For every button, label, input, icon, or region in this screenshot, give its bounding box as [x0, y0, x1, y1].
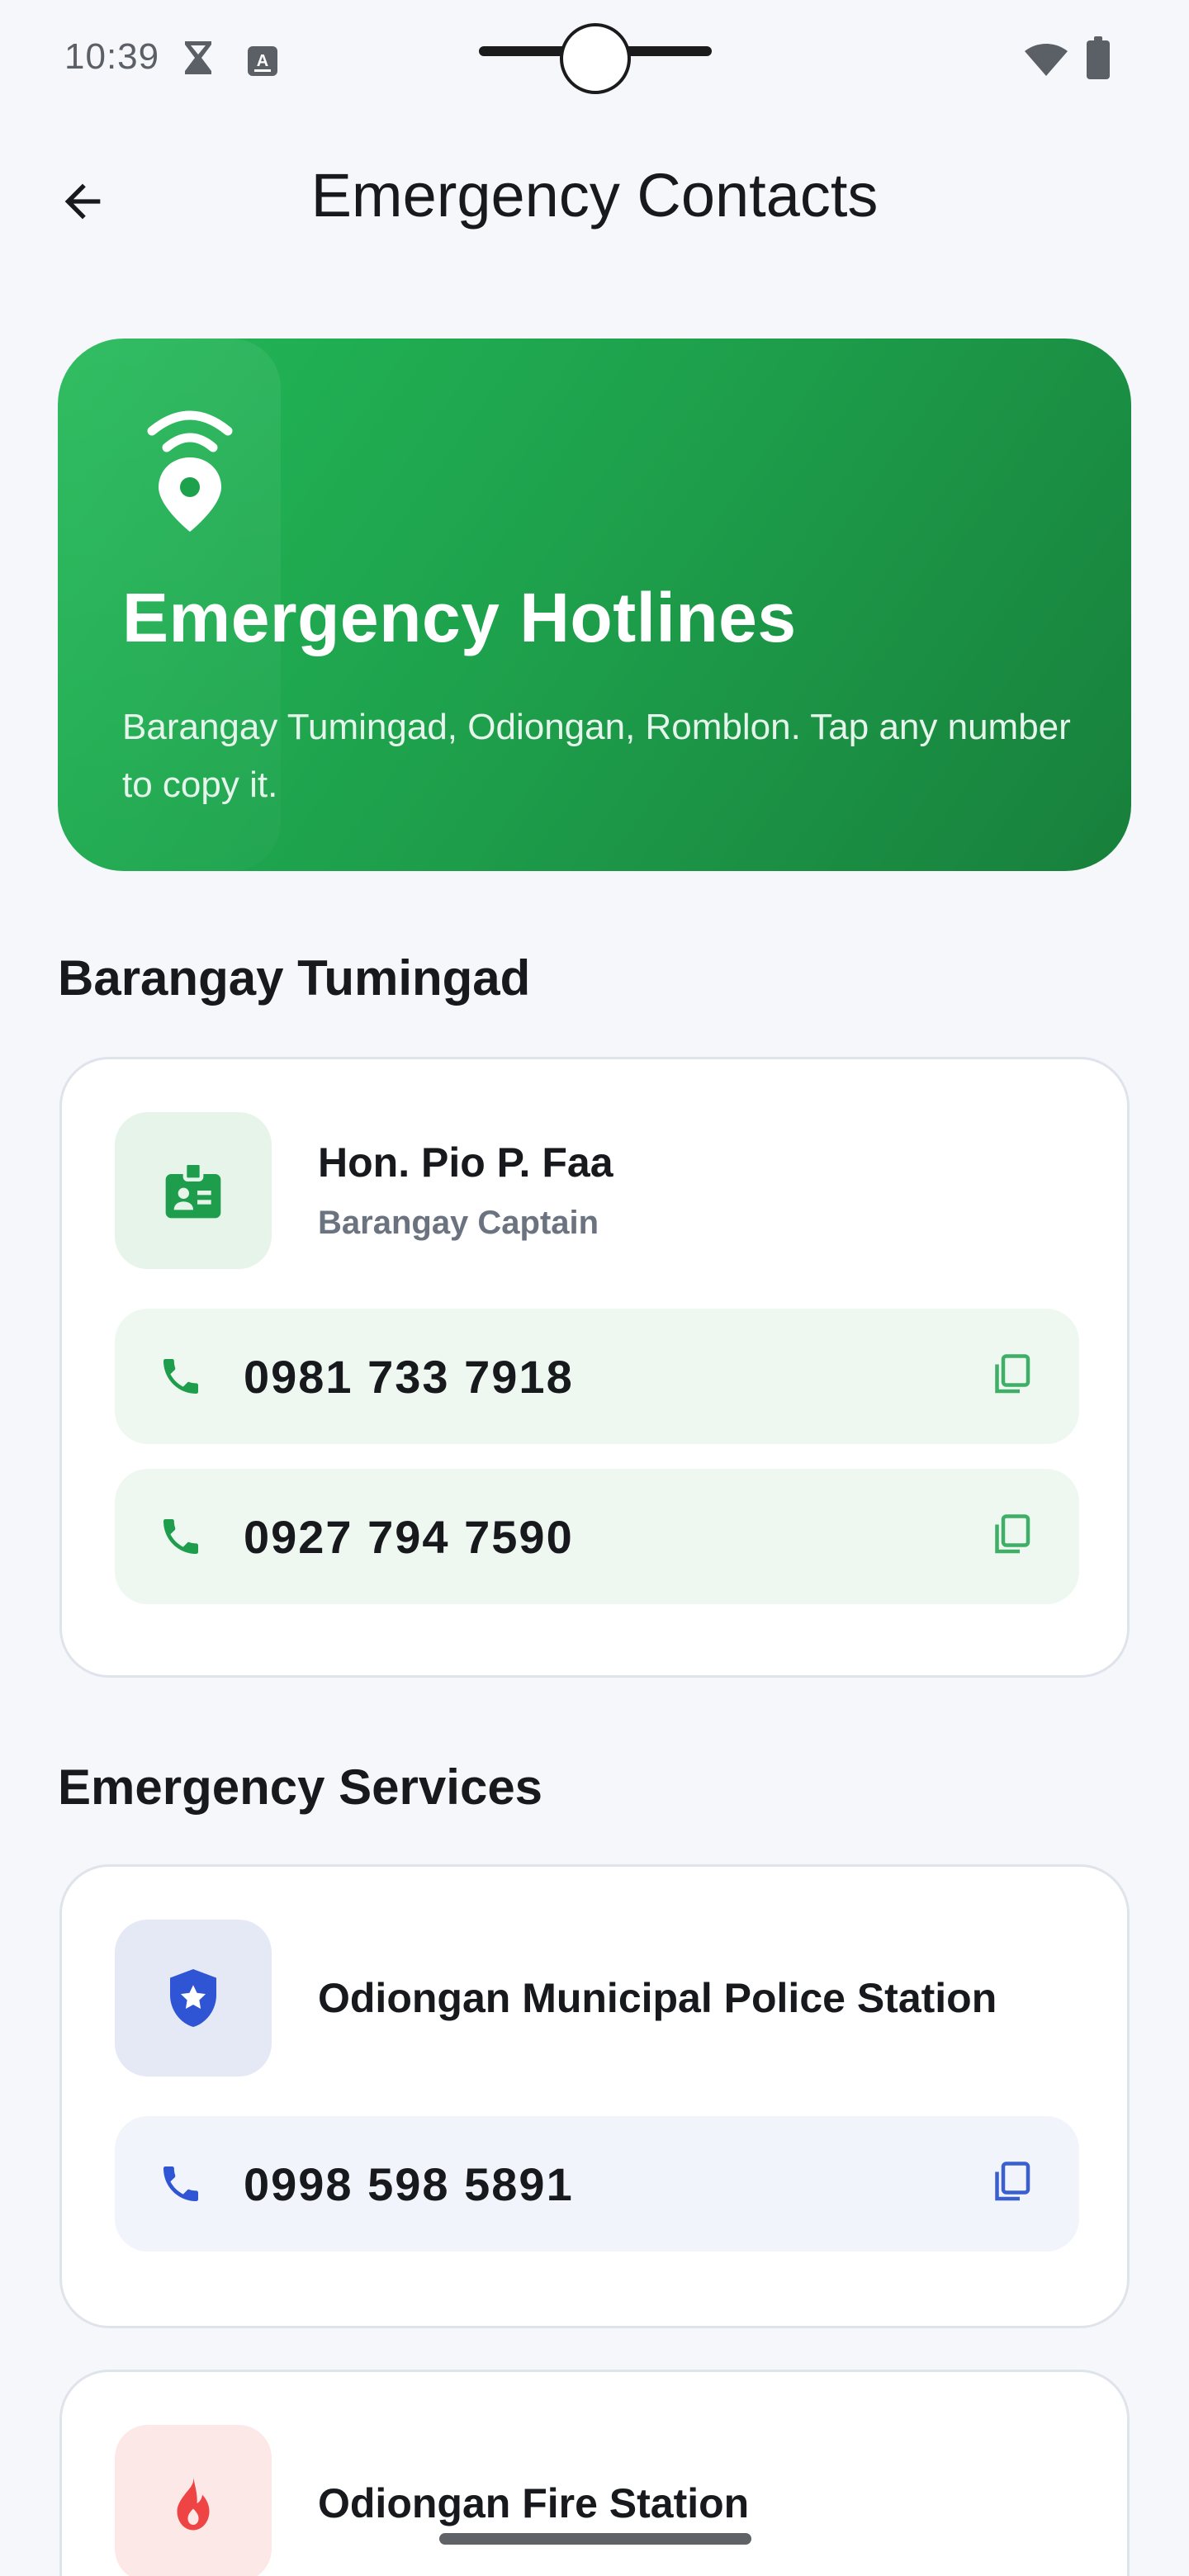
- page-title: Emergency Contacts: [310, 161, 879, 230]
- phone-icon: [163, 1359, 198, 1394]
- captain-avatar: [115, 1112, 272, 1269]
- status-bar: 10:39 A: [0, 0, 1189, 124]
- copy-icon[interactable]: [987, 1510, 1036, 1560]
- contact-name: Hon. Pio P. Faa: [318, 1139, 613, 1186]
- contact-role: Barangay Captain: [318, 1205, 599, 1241]
- contact-card-captain: Hon. Pio P. Faa Barangay Captain 0981 73…: [59, 1057, 1130, 1678]
- hourglass-icon: [185, 41, 211, 74]
- hero-subtitle: Barangay Tumingad, Odiongan, Romblon. Ta…: [122, 707, 1071, 805]
- hero-banner: Emergency Hotlines Barangay Tumingad, Od…: [58, 339, 1131, 871]
- phone-row-2[interactable]: 0927 794 7590: [115, 1469, 1079, 1604]
- badge-icon: [165, 1161, 221, 1219]
- copy-icon[interactable]: [987, 1350, 1036, 1399]
- battery-icon: [1087, 36, 1110, 79]
- contact-card-police: Odiongan Municipal Police Station 0998 5…: [59, 1864, 1130, 2328]
- police-station-name: Odiongan Municipal Police Station: [318, 1975, 997, 2021]
- copy-icon[interactable]: [987, 2157, 1036, 2207]
- fire-station-name: Odiongan Fire Station: [318, 2480, 750, 2526]
- section-title-barangay: Barangay Tumingad: [58, 950, 531, 1006]
- phone-number: 0998 598 5891: [244, 2158, 574, 2210]
- contact-card-fire: Odiongan Fire Station: [59, 2370, 1130, 2576]
- gesture-navigation-handle[interactable]: [439, 2533, 751, 2545]
- app-bar: Emergency Contacts: [0, 124, 1189, 281]
- fire-avatar: [115, 2425, 272, 2576]
- phone-number: 0981 733 7918: [244, 1351, 574, 1403]
- phone-row-1[interactable]: 0981 733 7918: [115, 1309, 1079, 1444]
- section-title-services: Emergency Services: [58, 1759, 543, 1815]
- camera-cutout: [560, 23, 631, 94]
- phone-row-police[interactable]: 0998 598 5891: [115, 2116, 1079, 2252]
- wifi-location-icon: [147, 410, 233, 532]
- police-avatar: [115, 1920, 272, 2076]
- phone-number: 0927 794 7590: [244, 1511, 574, 1563]
- phone-icon: [163, 2166, 198, 2201]
- status-time: 10:39: [64, 36, 160, 77]
- phone-icon: [163, 1519, 198, 1554]
- shield-star-icon: [170, 1969, 216, 2027]
- hero-title: Emergency Hotlines: [122, 579, 797, 656]
- flame-icon: [177, 2476, 210, 2531]
- text-recognition-icon: A: [248, 46, 277, 76]
- svg-text:A: A: [257, 52, 268, 70]
- wifi-icon: [1025, 44, 1068, 76]
